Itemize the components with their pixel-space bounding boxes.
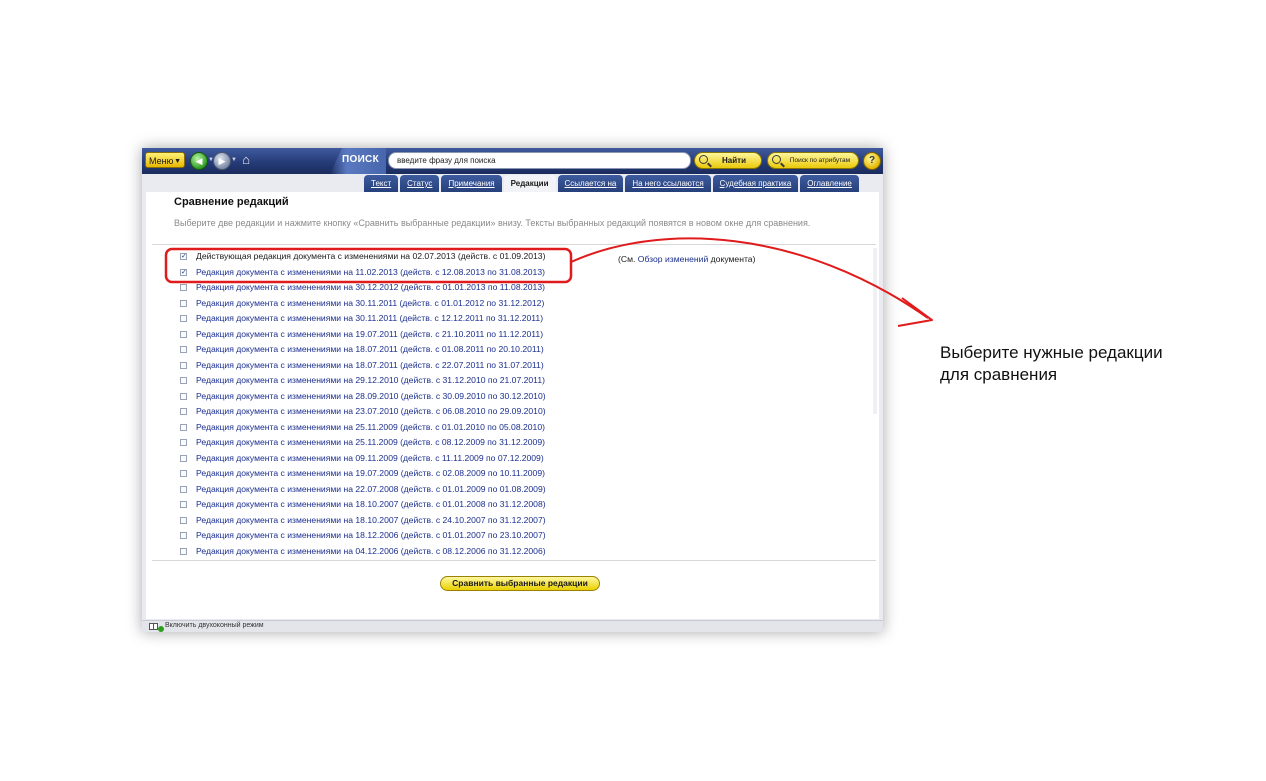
selection-highlight-box	[164, 247, 573, 284]
annotation-arrow	[570, 237, 929, 319]
callout-line-2: для сравнения	[940, 365, 1058, 384]
annotation-overlay	[164, 237, 933, 327]
callout-line-1: Выберите нужные редакции	[940, 343, 1163, 362]
annotation-callout: Выберите нужные редакции для сравнения	[940, 342, 1163, 386]
